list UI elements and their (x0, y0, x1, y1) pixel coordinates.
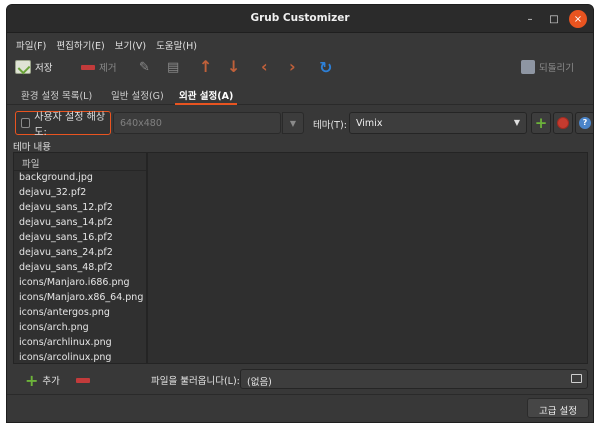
reload-button[interactable]: ↻ (319, 57, 332, 77)
revert-button[interactable]: 되돌리기 (521, 57, 574, 77)
edit-button[interactable]: ✎ (139, 57, 150, 77)
divider (7, 394, 593, 395)
add-theme-button[interactable]: + (531, 112, 551, 134)
arrow-left-icon: ‹ (261, 57, 268, 76)
toolbar: 저장 제거 ✎ ▤ ↑ ↓ ‹ › ↻ 되돌리기 (7, 55, 593, 81)
reload-icon: ↻ (319, 57, 333, 77)
plus-icon[interactable]: + (25, 371, 38, 390)
save-icon (15, 60, 31, 74)
list-item[interactable]: icons/archlinux.png (14, 336, 146, 351)
remove-file-icon[interactable] (75, 377, 90, 383)
titlebar[interactable]: Grub Customizer – □ × (7, 5, 593, 33)
load-file-chooser[interactable]: (없음) (240, 369, 588, 389)
window-controls: – □ × (521, 10, 587, 28)
theme-contents-label: 테마 내용 (13, 142, 51, 153)
folder-icon (571, 374, 582, 383)
advanced-settings-button[interactable]: 고급 설정 (527, 398, 589, 418)
main-window: Grub Customizer – □ × 파일(F) 편집하기(E) 보기(V… (6, 4, 594, 423)
maximize-button[interactable]: □ (545, 10, 563, 28)
arrow-right-icon: › (289, 57, 296, 76)
theme-label: 테마(T): (313, 120, 347, 131)
list-item[interactable]: icons/arch.png (14, 321, 146, 336)
list-item[interactable]: dejavu_32.pf2 (14, 186, 146, 201)
remove-theme-button[interactable] (553, 112, 573, 134)
remove-label: 제거 (99, 63, 117, 74)
tab-appearance-settings[interactable]: 외관 설정(A) (175, 85, 238, 105)
tab-bar: 환경 설정 목록(L) 일반 설정(G) 외관 설정(A) (7, 83, 593, 105)
create-entry-icon: ▤ (167, 59, 180, 75)
help-icon: ? (579, 117, 591, 129)
chevron-down-icon: ▼ (513, 118, 520, 127)
theme-file-list[interactable]: 파일 background.jpg dejavu_32.pf2 dejavu_s… (13, 152, 147, 364)
edit-icon: ✎ (139, 59, 150, 75)
list-item[interactable]: dejavu_sans_14.pf2 (14, 216, 146, 231)
menu-edit[interactable]: 편집하기(E) (51, 34, 109, 54)
remove-icon (81, 64, 95, 70)
arrow-up-icon: ↑ (199, 57, 213, 76)
load-file-label: 파일을 불러옵니다(L): (151, 376, 240, 387)
theme-value: Vimix (356, 118, 383, 129)
list-item[interactable]: background.jpg (14, 171, 146, 186)
chevron-down-icon: ▼ (289, 118, 297, 128)
close-button[interactable]: × (569, 10, 587, 28)
list-item[interactable]: icons/Manjaro.i686.png (14, 276, 146, 291)
theme-help-button[interactable]: ? (575, 112, 593, 134)
menubar: 파일(F) 편집하기(E) 보기(V) 도움말(H) (7, 34, 593, 54)
custom-resolution-checkbox[interactable]: 사용자 설정 해상도: (15, 111, 111, 138)
menu-file[interactable]: 파일(F) (11, 34, 51, 54)
revert-icon (521, 60, 535, 74)
remove-button[interactable]: 제거 (81, 57, 116, 77)
tab-entry-list[interactable]: 환경 설정 목록(L) (17, 85, 96, 105)
arrow-down-icon: ↓ (227, 57, 241, 76)
minimize-button[interactable]: – (521, 10, 539, 28)
list-item[interactable]: dejavu_sans_12.pf2 (14, 201, 146, 216)
save-button[interactable]: 저장 (15, 57, 52, 77)
move-up-button[interactable]: ↑ (199, 57, 212, 77)
menu-view[interactable]: 보기(V) (110, 34, 151, 54)
appearance-settings-row: 사용자 설정 해상도: 640x480 ▼ 테마(T): Vimix ▼ + ? (15, 111, 593, 138)
list-item[interactable]: icons/Manjaro.x86_64.png (14, 291, 146, 306)
file-column-header[interactable]: 파일 (14, 153, 146, 171)
custom-resolution-label: 사용자 설정 해상도: (34, 112, 106, 138)
list-item[interactable]: icons/antergos.png (14, 306, 146, 321)
list-item[interactable]: dejavu_sans_24.pf2 (14, 246, 146, 261)
tab-general-settings[interactable]: 일반 설정(G) (107, 85, 168, 105)
move-left-button[interactable]: ‹ (261, 57, 268, 77)
revert-label: 되돌리기 (539, 63, 574, 74)
load-file-value: (없음) (247, 377, 272, 388)
menu-help[interactable]: 도움말(H) (151, 34, 202, 54)
theme-select[interactable]: Vimix ▼ (349, 112, 527, 134)
theme-preview-area (147, 152, 588, 364)
save-label: 저장 (35, 63, 53, 74)
list-item[interactable]: dejavu_sans_48.pf2 (14, 261, 146, 276)
list-item[interactable]: icons/arcolinux.png (14, 351, 146, 363)
add-file-button[interactable]: 추가 (42, 373, 59, 387)
plus-icon: + (534, 114, 548, 132)
window-title: Grub Customizer (250, 12, 350, 24)
file-list-buttons: + 추가 (13, 367, 147, 393)
resolution-dropdown-button[interactable]: ▼ (282, 112, 304, 134)
create-entry-button[interactable]: ▤ (167, 57, 179, 77)
remove-circle-icon (557, 117, 569, 129)
move-down-button[interactable]: ↓ (227, 57, 240, 77)
list-item[interactable]: dejavu_sans_16.pf2 (14, 231, 146, 246)
resolution-input[interactable]: 640x480 (113, 112, 281, 134)
checkbox-box[interactable] (21, 118, 31, 128)
move-right-button[interactable]: › (289, 57, 296, 77)
